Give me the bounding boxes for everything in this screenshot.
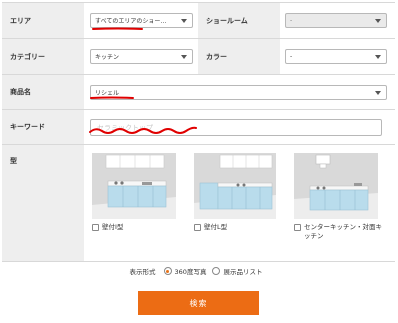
showroom-select[interactable]: - [285,13,387,28]
color-label: カラー [198,39,280,74]
radio-360-photo-label: 360度写真 [174,268,207,276]
radio-exhibit-list[interactable]: 展示品リスト [212,266,262,276]
l-shaped-kitchen-image [194,153,276,219]
keyword-input[interactable] [91,120,381,135]
display-format: 表示形式 360度写真 展示品リスト [0,266,398,276]
type-label: 型 [2,145,84,261]
checkbox-center[interactable] [294,224,301,231]
center-kitchen-image [294,153,378,219]
type-option-i[interactable]: 壁付I型 [92,153,176,232]
search-form: エリア すべてのエリアのショー… ショールーム - カテゴリー キッチン カラー [2,2,395,262]
area-label: エリア [2,3,84,38]
radio-360-photo[interactable]: 360度写真 [163,266,207,276]
type-option-label: 壁付I型 [102,223,124,231]
form-row-type: 型 壁付I型 壁付L型 センターキッチン・対面キッチン [2,145,395,262]
type-option-label: 壁付L型 [204,223,228,231]
showroom-select-value: - [290,17,293,24]
color-select[interactable]: - [285,49,387,64]
category-select-value: キッチン [95,54,120,61]
chevron-down-icon [181,19,187,23]
chevron-down-icon [181,55,187,59]
area-select-value: すべてのエリアのショー… [95,18,167,25]
product-select-value: リシェル [95,89,120,97]
product-label: 商品名 [2,75,84,109]
chevron-down-icon [375,19,381,23]
radio-exhibit-list-label: 展示品リスト [223,268,263,276]
checkbox-l-shaped[interactable] [194,224,201,231]
product-select[interactable]: リシェル [90,84,387,100]
type-option-l[interactable]: 壁付L型 [194,153,276,232]
type-option-label: センターキッチン・対面キッチン [304,223,382,240]
category-label: カテゴリー [2,39,84,74]
radio-selected-icon [163,267,172,275]
radio-unselected-icon [212,267,221,275]
chevron-down-icon [375,55,381,59]
display-format-label: 表示形式 [129,268,156,276]
form-row-keyword: キーワード [2,110,395,145]
keyword-label: キーワード [2,110,84,144]
color-select-value: - [290,53,293,60]
keyword-field [90,119,382,136]
area-select[interactable]: すべてのエリアのショー… [90,13,193,28]
i-shaped-kitchen-image [92,153,176,219]
showroom-label: ショールーム [198,3,280,38]
chevron-down-icon [375,90,381,95]
form-row-product: 商品名 リシェル [2,75,395,110]
form-row-area: エリア すべてのエリアのショー… ショールーム - [2,3,395,39]
category-select[interactable]: キッチン [90,49,193,64]
form-row-category: カテゴリー キッチン カラー - [2,39,395,75]
search-button[interactable]: 検索 [138,291,259,315]
checkbox-i-shaped[interactable] [92,224,99,231]
type-option-center[interactable]: センターキッチン・対面キッチン [294,153,384,241]
